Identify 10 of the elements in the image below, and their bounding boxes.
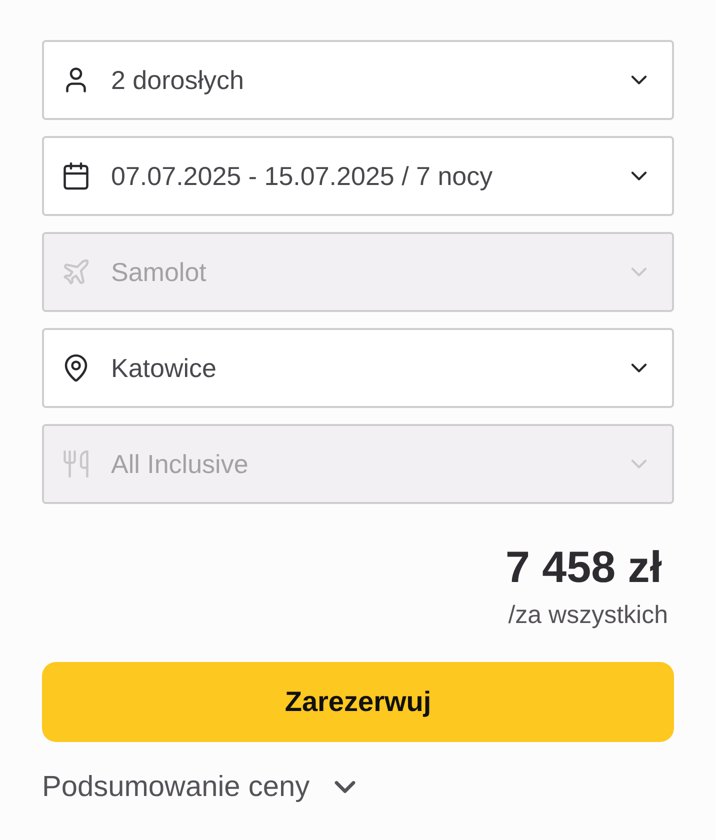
airplane-icon <box>61 257 91 287</box>
calendar-icon <box>61 161 91 191</box>
book-button[interactable]: Zarezerwuj <box>42 662 674 742</box>
dropdown-field[interactable]: 2 dorosłych <box>42 40 674 120</box>
price-note: /za wszystkich <box>508 600 668 630</box>
fork-knife-icon <box>61 449 91 479</box>
price-amount: 7 458 zł <box>505 544 662 592</box>
dropdown-field[interactable]: Katowice <box>42 328 674 408</box>
dropdown-field[interactable]: 07.07.2025 - 15.07.2025 / 7 nocy <box>42 136 674 216</box>
price-summary-toggle[interactable]: Podsumowanie ceny <box>42 770 362 804</box>
